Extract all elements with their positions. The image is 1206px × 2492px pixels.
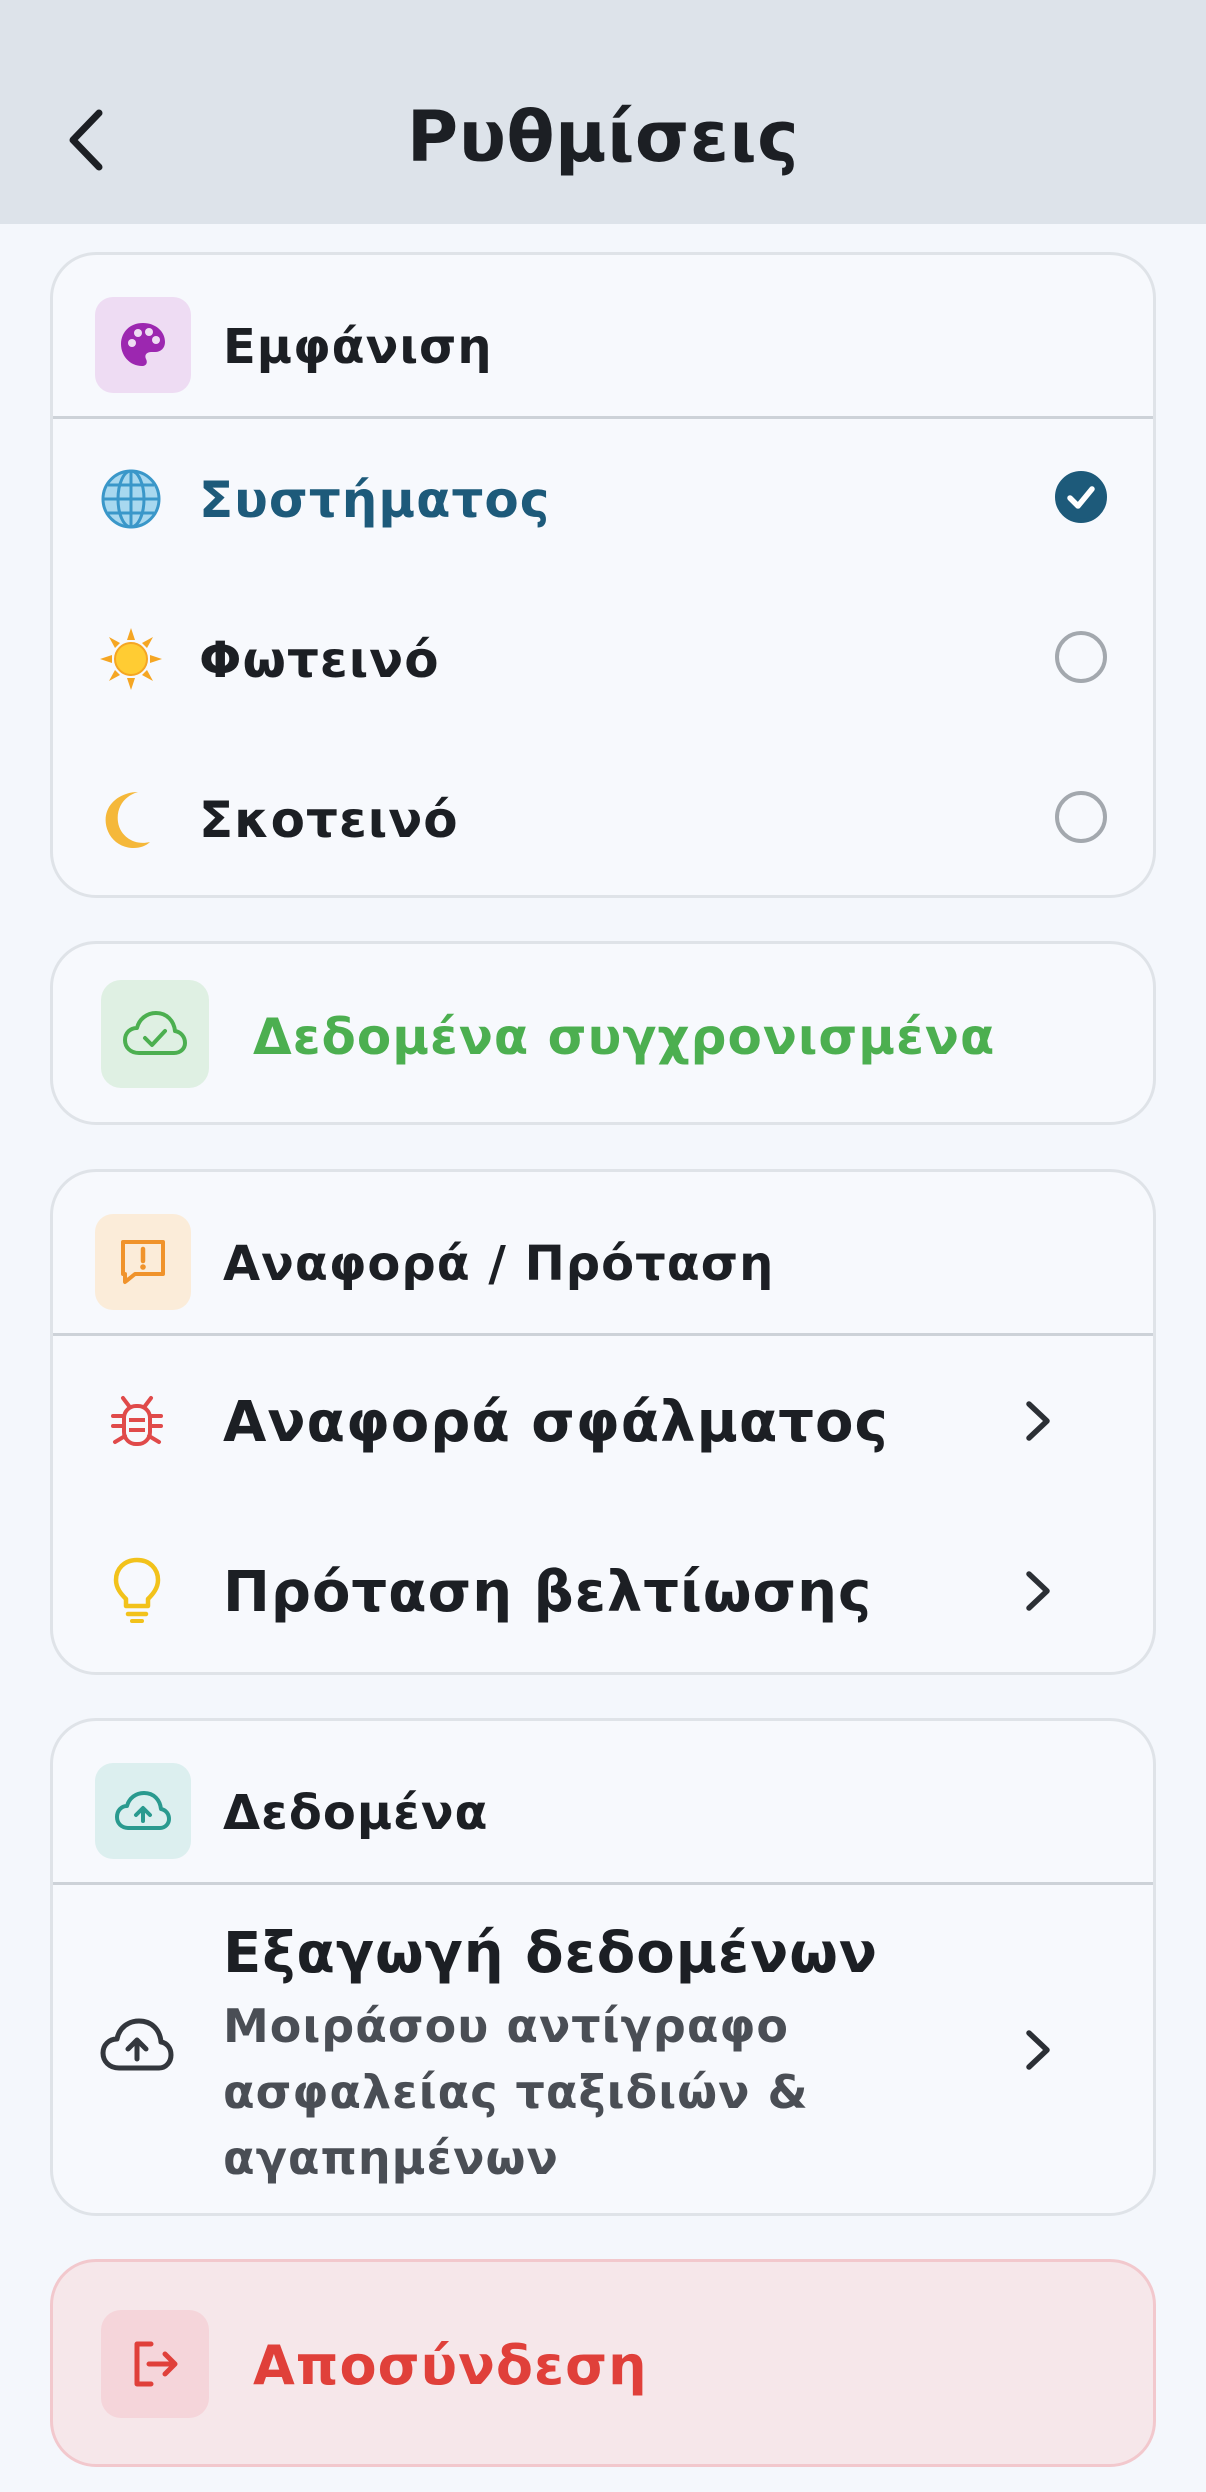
cloud-upload-icon: [97, 2015, 177, 2075]
bug-icon: [103, 1388, 171, 1456]
logout-button[interactable]: Αποσύνδεση: [50, 2259, 1156, 2467]
theme-option-label: Σκοτεινό: [199, 791, 459, 849]
page-title: Ρυθμίσεις: [406, 96, 800, 178]
export-data-description: ασφαλείας ταξιδιών &: [223, 2065, 809, 2119]
logout-icon: [134, 2341, 178, 2387]
lightbulb-icon: [103, 1554, 171, 1626]
globe-icon: [93, 461, 169, 537]
appearance-card: Εμφάνιση Συστήματος Φωτεινό Σκοτεινό: [50, 252, 1156, 898]
feedback-card-header: Αναφορά / Πρόταση: [53, 1172, 1153, 1336]
chevron-right-icon: [1026, 1401, 1050, 1441]
moon-icon: [93, 781, 169, 857]
top-app-bar: Ρυθμίσεις: [0, 0, 1206, 224]
radio-unselected[interactable]: [1055, 791, 1107, 843]
theme-option-label: Φωτεινό: [199, 631, 440, 689]
cloud-upload-icon: [115, 1791, 171, 1830]
theme-option-label: Συστήματος: [199, 471, 551, 529]
logout-icon-badge: [101, 2310, 209, 2418]
bug-report-label: Αναφορά σφάλματος: [223, 1390, 889, 1455]
sync-status-card: Δεδομένα συγχρονισμένα: [50, 941, 1156, 1125]
chevron-right-icon: [1026, 2030, 1050, 2070]
bug-report-item[interactable]: Αναφορά σφάλματος: [53, 1336, 1153, 1506]
export-data-description: αγαπημένων: [223, 2131, 559, 2185]
theme-option-dark[interactable]: Σκοτεινό: [53, 739, 1153, 895]
check-icon: [1067, 486, 1095, 509]
feedback-card: Αναφορά / Πρόταση Αναφορά σφάλματος Πρότ…: [50, 1169, 1156, 1675]
suggestion-item[interactable]: Πρόταση βελτίωσης: [53, 1506, 1153, 1672]
chevron-right-icon: [1026, 1571, 1050, 1611]
message-alert-icon: [121, 1240, 165, 1284]
feedback-title: Αναφορά / Πρόταση: [223, 1236, 775, 1292]
data-icon-badge: [95, 1763, 191, 1859]
appearance-title: Εμφάνιση: [223, 319, 493, 375]
data-card-header: Δεδομένα: [53, 1721, 1153, 1885]
logout-label: Αποσύνδεση: [253, 2334, 648, 2397]
export-data-item[interactable]: Εξαγωγή δεδομένων Μοιράσου αντίγραφο ασφ…: [53, 1885, 1153, 2213]
appearance-card-header: Εμφάνιση: [53, 255, 1153, 419]
export-data-description: Μοιράσου αντίγραφο: [223, 1999, 790, 2053]
suggestion-label: Πρόταση βελτίωσης: [223, 1560, 873, 1625]
radio-unselected[interactable]: [1055, 631, 1107, 683]
sync-status-label: Δεδομένα συγχρονισμένα: [253, 1008, 996, 1066]
theme-option-system[interactable]: Συστήματος: [53, 419, 1153, 579]
palette-icon-badge: [95, 297, 191, 393]
export-data-title: Εξαγωγή δεδομένων: [223, 1921, 879, 1986]
sync-icon-badge: [101, 980, 209, 1088]
data-card: Δεδομένα Εξαγωγή δεδομένων Μοιράσου αντί…: [50, 1718, 1156, 2216]
palette-icon: [121, 323, 165, 366]
radio-selected[interactable]: [1055, 471, 1107, 523]
feedback-icon-badge: [95, 1214, 191, 1310]
data-title: Δεδομένα: [223, 1785, 489, 1841]
sun-icon: [93, 621, 169, 697]
cloud-check-icon: [123, 1011, 187, 1055]
theme-option-light[interactable]: Φωτεινό: [53, 579, 1153, 739]
